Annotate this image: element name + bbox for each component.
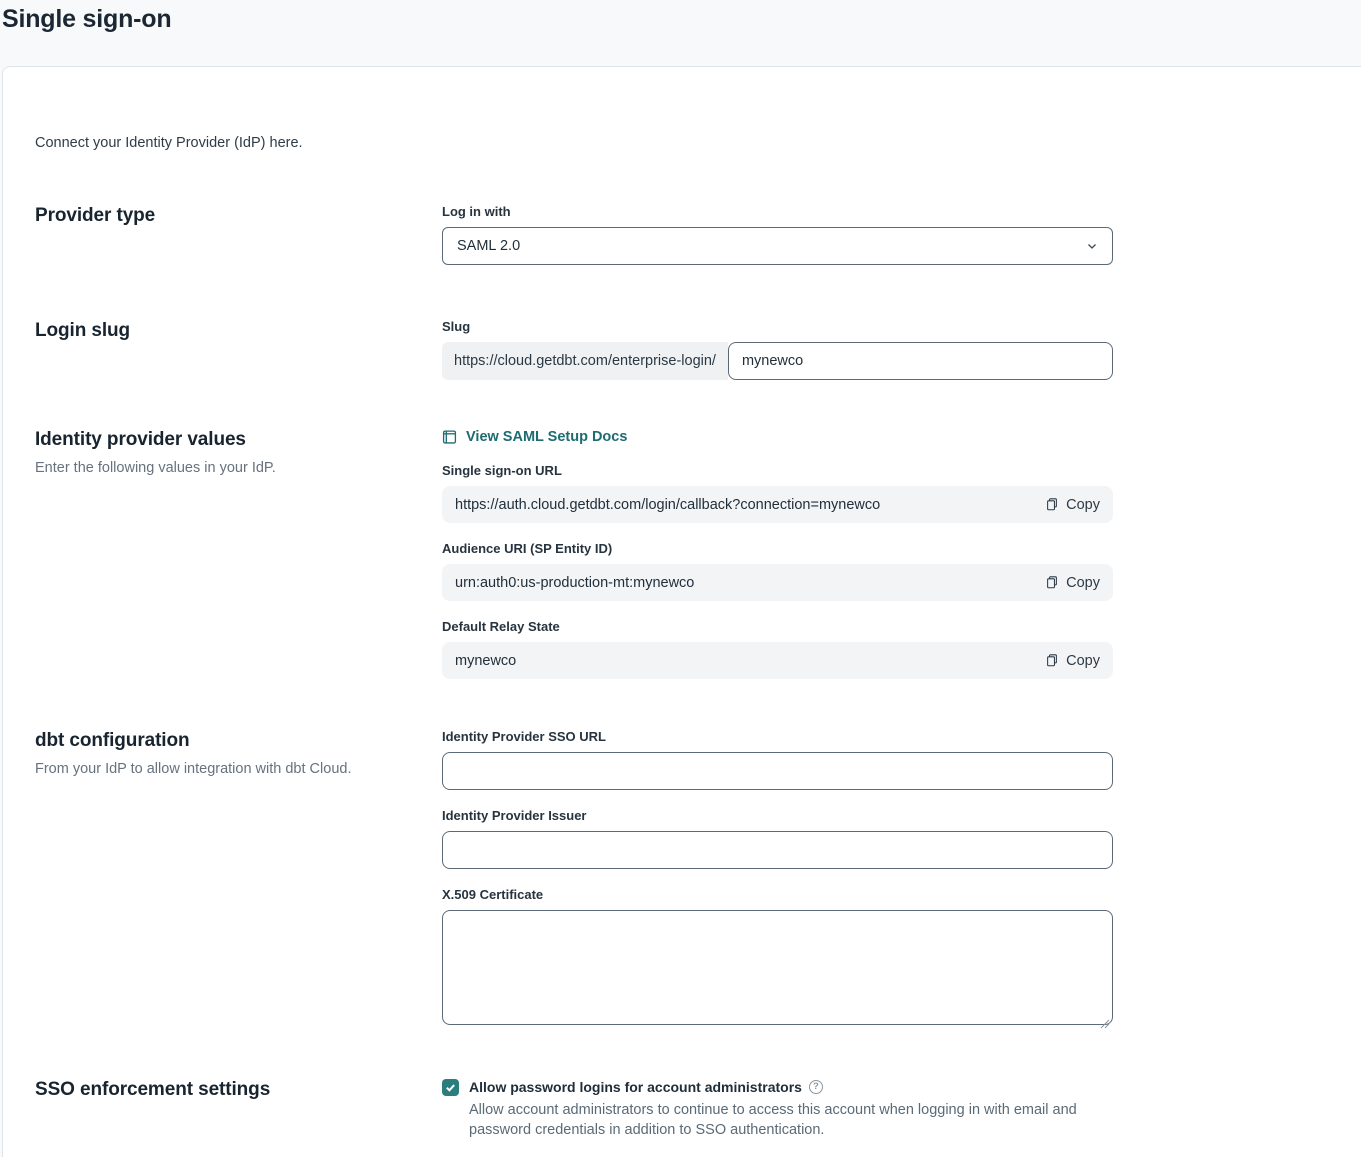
x509-certificate-field: X.509 Certificate — [442, 887, 1113, 1030]
copy-sso-url-button[interactable]: Copy — [1045, 497, 1100, 513]
audience-uri-value-box: urn:auth0:us-production-mt:mynewco Copy — [442, 564, 1113, 601]
chevron-down-icon — [1086, 240, 1098, 252]
idp-values-heading: Identity provider values — [35, 428, 412, 452]
relay-state-value: mynewco — [455, 653, 516, 669]
copy-icon — [1045, 497, 1059, 512]
view-saml-setup-docs-link[interactable]: View SAML Setup Docs — [442, 428, 627, 446]
idp-sso-url-field: Identity Provider SSO URL — [442, 729, 1113, 790]
audience-uri-value: urn:auth0:us-production-mt:mynewco — [455, 575, 694, 591]
copy-icon — [1045, 653, 1059, 668]
help-question-icon[interactable]: ? — [809, 1080, 823, 1094]
section-provider-type: Provider type Log in with SAML 2.0 — [35, 204, 1361, 265]
relay-state-label: Default Relay State — [442, 619, 1113, 635]
section-dbt-configuration: dbt configuration From your IdP to allow… — [35, 729, 1361, 1030]
relay-state-value-box: mynewco Copy — [442, 642, 1113, 679]
idp-issuer-label: Identity Provider Issuer — [442, 808, 1113, 824]
allow-password-logins-checkbox[interactable] — [442, 1079, 459, 1096]
docs-link-label: View SAML Setup Docs — [466, 428, 627, 446]
page-header: Single sign-on — [0, 0, 1361, 66]
slug-input[interactable] — [728, 342, 1113, 380]
idp-issuer-field: Identity Provider Issuer — [442, 808, 1113, 869]
audience-uri-label: Audience URI (SP Entity ID) — [442, 541, 1113, 557]
allow-password-logins-row: Allow password logins for account admini… — [442, 1078, 1113, 1140]
copy-icon — [1045, 575, 1059, 590]
section-idp-values: Identity provider values Enter the follo… — [35, 428, 1361, 679]
allow-password-logins-description: Allow account administrators to continue… — [469, 1100, 1101, 1140]
provider-type-select[interactable]: SAML 2.0 — [442, 227, 1113, 265]
sso-enforcement-heading: SSO enforcement settings — [35, 1078, 412, 1102]
provider-type-selected-value: SAML 2.0 — [457, 238, 520, 254]
section-login-slug: Login slug Slug https://cloud.getdbt.com… — [35, 319, 1361, 380]
idp-issuer-input[interactable] — [442, 831, 1113, 869]
provider-type-heading: Provider type — [35, 204, 412, 228]
x509-certificate-label: X.509 Certificate — [442, 887, 1113, 903]
copy-audience-uri-button[interactable]: Copy — [1045, 575, 1100, 591]
intro-text: Connect your Identity Provider (IdP) her… — [35, 134, 1361, 153]
page-title: Single sign-on — [2, 4, 1361, 34]
x509-certificate-textarea[interactable] — [442, 910, 1113, 1025]
idp-sso-url-label: Identity Provider SSO URL — [442, 729, 1113, 745]
log-in-with-label: Log in with — [442, 204, 1113, 220]
sso-url-field: Single sign-on URL https://auth.cloud.ge… — [442, 463, 1113, 523]
sso-url-value-box: https://auth.cloud.getdbt.com/login/call… — [442, 486, 1113, 523]
slug-label: Slug — [442, 319, 1113, 335]
idp-sso-url-input[interactable] — [442, 752, 1113, 790]
idp-values-subheading: Enter the following values in your IdP. — [35, 459, 412, 478]
allow-password-logins-label[interactable]: Allow password logins for account admini… — [469, 1078, 802, 1096]
audience-uri-field: Audience URI (SP Entity ID) urn:auth0:us… — [442, 541, 1113, 601]
notebook-icon — [442, 429, 457, 445]
settings-card: Connect your Identity Provider (IdP) her… — [2, 66, 1361, 1157]
dbt-configuration-subheading: From your IdP to allow integration with … — [35, 760, 412, 779]
dbt-configuration-heading: dbt configuration — [35, 729, 412, 753]
slug-input-group: https://cloud.getdbt.com/enterprise-logi… — [442, 342, 1113, 380]
section-sso-enforcement: SSO enforcement settings Allow password … — [35, 1078, 1361, 1140]
login-slug-heading: Login slug — [35, 319, 412, 343]
relay-state-field: Default Relay State mynewco Copy — [442, 619, 1113, 679]
sso-url-label: Single sign-on URL — [442, 463, 1113, 479]
checkmark-icon — [445, 1082, 456, 1093]
copy-relay-state-button[interactable]: Copy — [1045, 653, 1100, 669]
slug-url-prefix: https://cloud.getdbt.com/enterprise-logi… — [442, 342, 728, 380]
sso-url-value: https://auth.cloud.getdbt.com/login/call… — [455, 497, 880, 513]
